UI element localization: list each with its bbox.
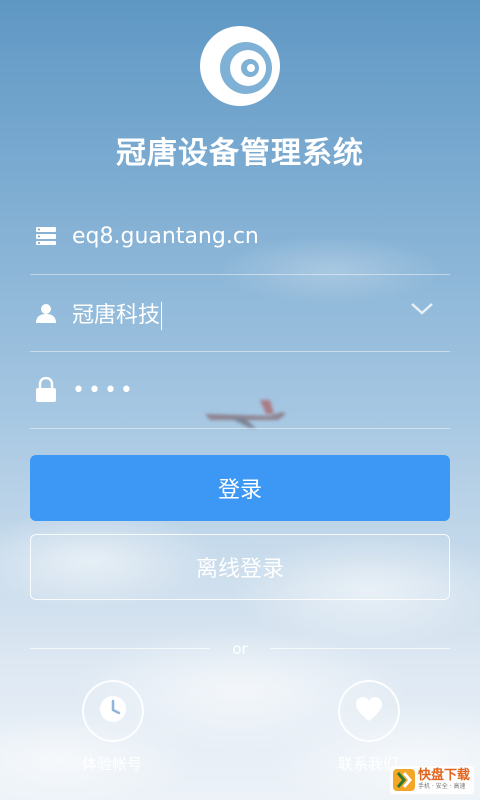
app-title: 冠唐设备管理系统 bbox=[116, 136, 364, 171]
watermark-brand: 快盘下载 bbox=[418, 768, 471, 783]
username-field[interactable]: 冠唐科技 bbox=[30, 275, 450, 352]
chevron-down-icon[interactable] bbox=[410, 301, 434, 320]
server-field[interactable]: eq8.guantang.cn bbox=[30, 198, 450, 275]
username-input[interactable]: 冠唐科技 bbox=[72, 297, 163, 330]
contact-us-button[interactable] bbox=[338, 680, 400, 742]
trial-account-label[interactable]: 体验帐号 bbox=[52, 753, 172, 774]
app-logo bbox=[200, 26, 280, 106]
watermark-logo-icon bbox=[393, 769, 415, 791]
watermark-tagline: 手机 · 安全 · 高速 bbox=[418, 783, 466, 790]
or-separator-text: or bbox=[232, 640, 248, 658]
text-cursor bbox=[161, 301, 163, 330]
user-icon bbox=[32, 299, 60, 327]
password-field[interactable]: •••• bbox=[30, 352, 450, 429]
server-icon bbox=[32, 222, 60, 250]
username-value: 冠唐科技 bbox=[72, 302, 161, 328]
server-input[interactable]: eq8.guantang.cn bbox=[72, 224, 259, 249]
download-site-watermark: 快盘下载 手机 · 安全 · 高速 bbox=[390, 766, 474, 794]
lock-icon bbox=[32, 376, 60, 404]
heart-icon bbox=[354, 695, 384, 727]
password-input[interactable]: •••• bbox=[72, 378, 136, 403]
clock-icon bbox=[98, 694, 128, 728]
offline-login-button[interactable]: 离线登录 bbox=[30, 534, 450, 600]
trial-account-button[interactable] bbox=[82, 680, 144, 742]
login-button[interactable]: 登录 bbox=[30, 455, 450, 521]
